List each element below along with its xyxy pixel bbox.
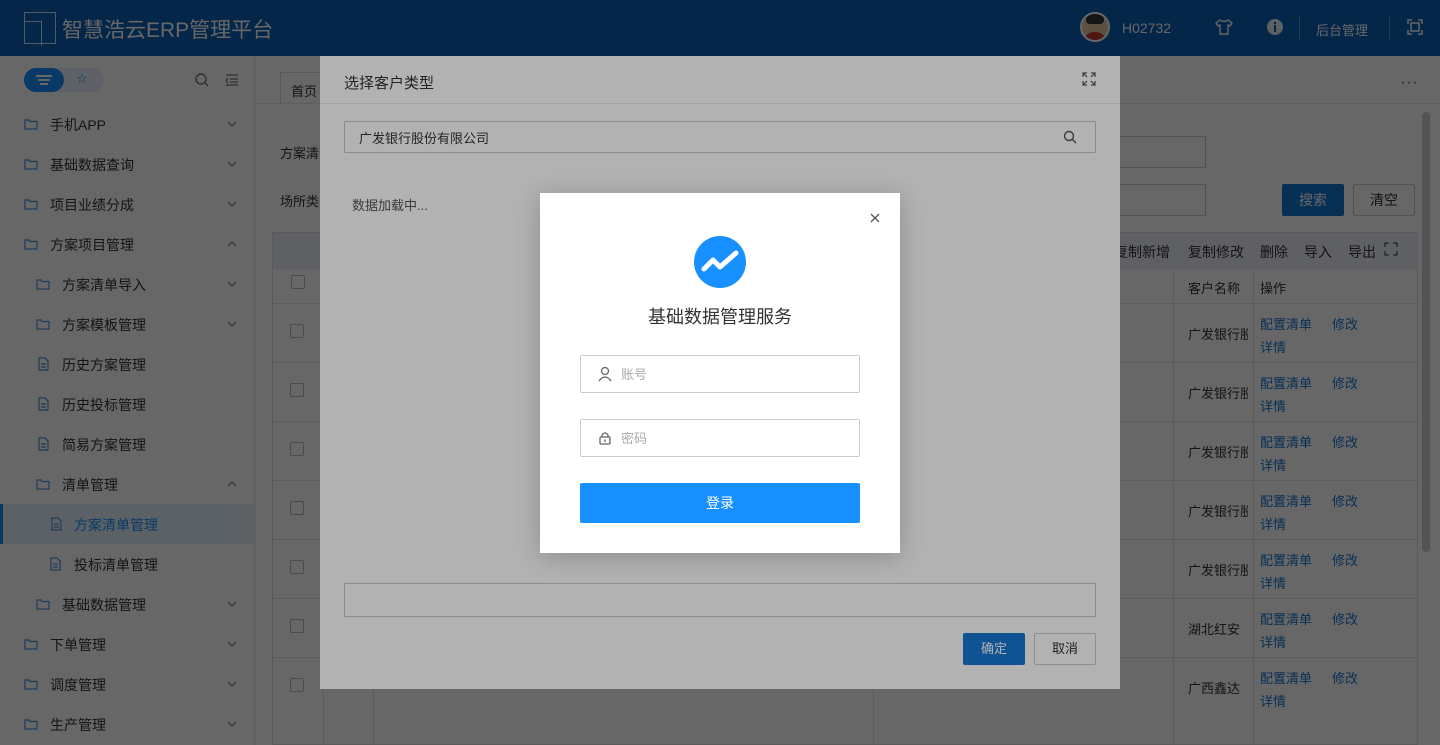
lock-icon [599,432,611,445]
trend-logo-icon [694,236,746,288]
account-input[interactable] [621,356,851,392]
user-icon [598,366,612,382]
password-field[interactable] [580,419,860,457]
account-field[interactable] [580,355,860,393]
login-button[interactable]: 登录 [580,483,860,523]
login-title: 基础数据管理服务 [648,307,792,327]
password-input[interactable] [621,420,851,456]
close-icon[interactable] [869,212,881,224]
login-modal: 基础数据管理服务 登录 [540,193,900,553]
